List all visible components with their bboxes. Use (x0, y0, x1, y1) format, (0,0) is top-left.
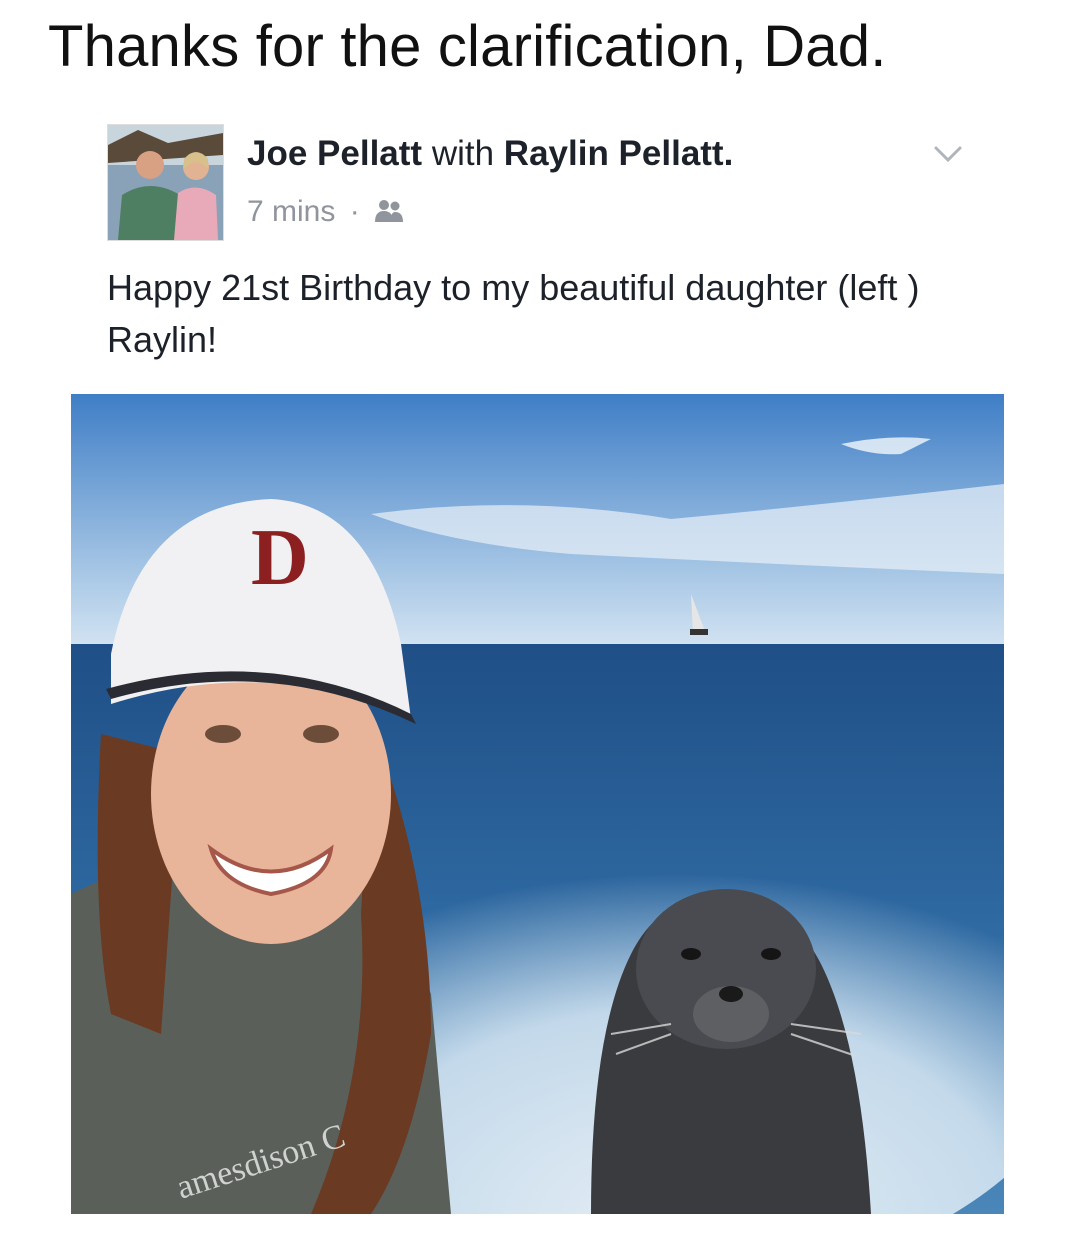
photo-illustration: D amesdison C (71, 394, 1004, 1214)
with-label: with (431, 134, 495, 173)
post-message: Happy 21st Birthday to my beautiful daug… (107, 267, 920, 360)
post-timestamp[interactable]: 7 mins (247, 195, 335, 228)
author-name-link[interactable]: Joe Pellatt (247, 134, 422, 173)
friends-icon[interactable] (374, 195, 404, 222)
meta-separator: · (349, 195, 360, 228)
post-header: Joe Pellatt with Raylin Pellatt. (247, 130, 733, 178)
avatar-image (108, 125, 223, 240)
cap-logo: D (251, 514, 309, 602)
chevron-down-icon[interactable] (928, 140, 968, 170)
facebook-post: Joe Pellatt with Raylin Pellatt. 7 mins … (0, 0, 1080, 1239)
post-meta: 7 mins · (247, 192, 404, 232)
tagged-user-link[interactable]: Raylin Pellatt. (504, 134, 734, 173)
post-photo[interactable]: D amesdison C (71, 394, 1004, 1214)
author-avatar[interactable] (107, 124, 224, 241)
